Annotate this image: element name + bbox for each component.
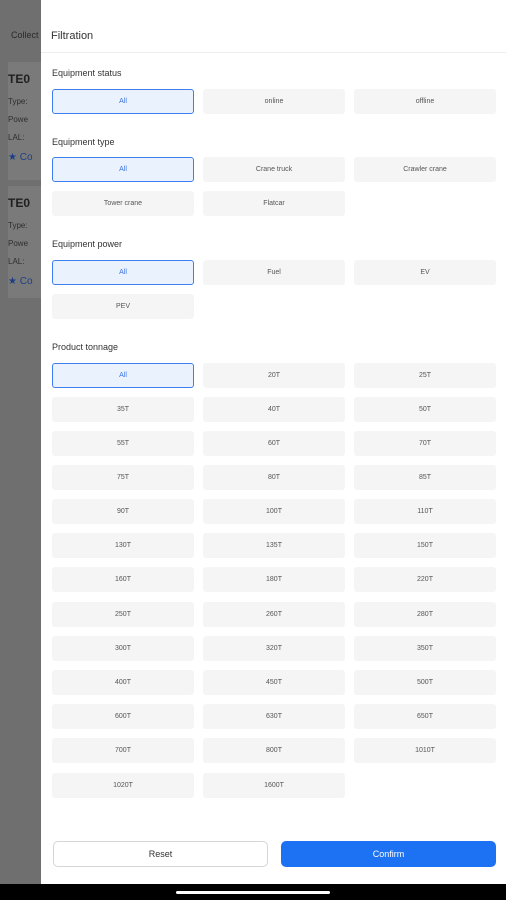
chip-tonnage[interactable]: 650T (354, 704, 496, 729)
chip-tonnage[interactable]: 130T (52, 533, 194, 558)
chip-tonnage[interactable]: 35T (52, 397, 194, 422)
chip-power-all[interactable]: All (52, 260, 194, 285)
background-card-star-label: Co (19, 276, 33, 287)
chip-power-ev[interactable]: EV (354, 260, 496, 285)
chip-tonnage[interactable]: 1020T (52, 773, 194, 798)
drawer-divider (41, 52, 506, 53)
background-card-star-label: Co (19, 152, 33, 163)
chip-status-offline[interactable]: offline (354, 89, 496, 114)
background-card-code: TE0 (8, 72, 31, 86)
background-card-line: Powe (8, 239, 29, 248)
chip-tonnage[interactable]: 630T (203, 704, 345, 729)
chip-tonnage[interactable]: 40T (203, 397, 345, 422)
background-card-line: Type: (8, 221, 28, 230)
chip-type-crane-truck[interactable]: Crane truck (203, 157, 345, 182)
drawer-title: Filtration (51, 30, 94, 42)
section-label-product-tonnage: Product tonnage (52, 342, 119, 352)
chip-tonnage[interactable]: 135T (203, 533, 345, 558)
chip-tonnage[interactable]: 25T (354, 363, 496, 388)
reset-button[interactable]: Reset (53, 841, 268, 867)
chip-type-crawler-crane[interactable]: Crawler crane (354, 157, 496, 182)
chip-tonnage[interactable]: 250T (52, 602, 194, 627)
chip-tonnage[interactable]: 600T (52, 704, 194, 729)
background-tab-label: Collect (11, 30, 39, 40)
chip-status-all[interactable]: All (52, 89, 194, 114)
chip-tonnage[interactable]: 85T (354, 465, 496, 490)
chip-tonnage[interactable]: 70T (354, 431, 496, 456)
chip-tonnage[interactable]: 90T (52, 499, 194, 524)
chip-tonnage[interactable]: 80T (203, 465, 345, 490)
chip-tonnage[interactable]: 400T (52, 670, 194, 695)
chip-tonnage[interactable]: 350T (354, 636, 496, 661)
chip-tonnage-all[interactable]: All (52, 363, 194, 388)
background-card-line: Type: (8, 97, 28, 106)
chip-tonnage[interactable]: 150T (354, 533, 496, 558)
star-icon: ★ Co (8, 276, 33, 287)
chip-power-pev[interactable]: PEV (52, 294, 194, 319)
background-card-line: LAL: (8, 133, 25, 142)
chip-tonnage[interactable]: 100T (203, 499, 345, 524)
chip-type-tower-crane[interactable]: Tower crane (52, 191, 194, 216)
background-card-line: LAL: (8, 257, 25, 266)
filter-drawer: Filtration Equipment status All online o… (41, 0, 506, 884)
chip-tonnage[interactable]: 800T (203, 738, 345, 763)
chip-tonnage[interactable]: 60T (203, 431, 345, 456)
background-card-line: Powe (8, 115, 29, 124)
chip-tonnage[interactable]: 700T (52, 738, 194, 763)
section-label-equipment-status: Equipment status (52, 68, 122, 78)
chip-type-flatcar[interactable]: Flatcar (203, 191, 345, 216)
chip-power-fuel[interactable]: Fuel (203, 260, 345, 285)
chip-tonnage[interactable]: 300T (52, 636, 194, 661)
section-label-equipment-type: Equipment type (52, 137, 115, 147)
chip-tonnage[interactable]: 110T (354, 499, 496, 524)
confirm-button[interactable]: Confirm (281, 841, 496, 867)
chip-type-all[interactable]: All (52, 157, 194, 182)
chip-tonnage[interactable]: 1600T (203, 773, 345, 798)
chip-status-online[interactable]: online (203, 89, 345, 114)
chip-tonnage[interactable]: 50T (354, 397, 496, 422)
chip-tonnage[interactable]: 75T (52, 465, 194, 490)
chip-tonnage[interactable]: 260T (203, 602, 345, 627)
chip-tonnage[interactable]: 160T (52, 567, 194, 592)
chip-tonnage[interactable]: 220T (354, 567, 496, 592)
chip-tonnage[interactable]: 280T (354, 602, 496, 627)
chip-tonnage[interactable]: 55T (52, 431, 194, 456)
home-indicator[interactable] (176, 891, 330, 894)
chip-tonnage[interactable]: 1010T (354, 738, 496, 763)
chip-tonnage[interactable]: 20T (203, 363, 345, 388)
section-label-equipment-power: Equipment power (52, 239, 123, 249)
chip-tonnage[interactable]: 450T (203, 670, 345, 695)
star-icon: ★ Co (8, 152, 33, 163)
chip-tonnage[interactable]: 180T (203, 567, 345, 592)
background-card-code: TE0 (8, 196, 31, 210)
chip-tonnage[interactable]: 320T (203, 636, 345, 661)
chip-tonnage[interactable]: 500T (354, 670, 496, 695)
